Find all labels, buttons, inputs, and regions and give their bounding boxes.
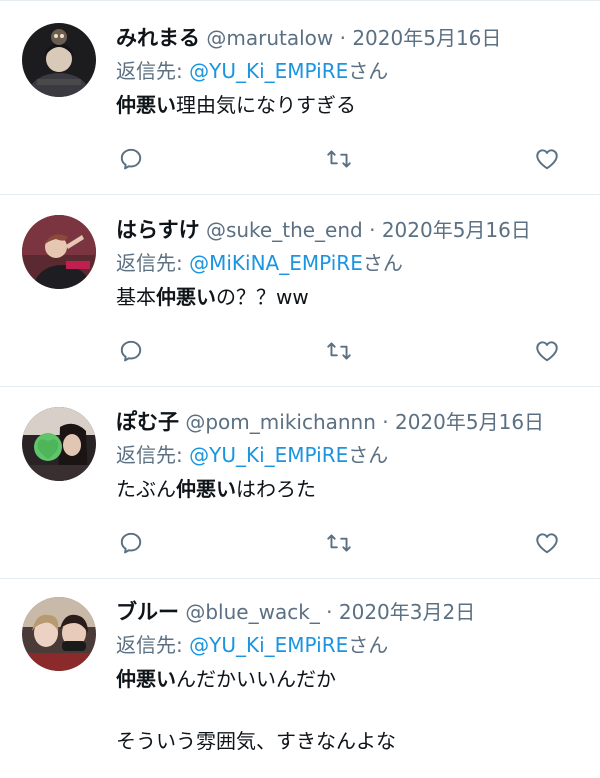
- highlighted-term: 仲悪い: [176, 477, 236, 501]
- reply-mention-link[interactable]: @YU_Ki_EMPiRE: [189, 633, 348, 657]
- tweet-text-rest: そういう雰囲気、すきなんよな: [116, 729, 396, 753]
- avatar[interactable]: [22, 597, 96, 671]
- highlighted-term: 仲悪い: [116, 93, 176, 117]
- heart-icon: [534, 146, 560, 172]
- retweet-button[interactable]: [324, 144, 354, 174]
- tweet-text: 仲悪い理由気になりすぎる: [116, 90, 582, 120]
- heart-icon: [534, 338, 560, 364]
- reply-mention-link[interactable]: @YU_Ki_EMPiRE: [189, 443, 348, 467]
- display-name[interactable]: みれまる: [116, 26, 200, 50]
- tweet-text-rest: の？？ww: [216, 285, 309, 309]
- display-name[interactable]: はらすけ: [116, 218, 200, 242]
- tweet-text-line-2: そういう雰囲気、すきなんよな: [116, 726, 582, 756]
- tweet-date[interactable]: 2020年5月16日: [395, 410, 544, 434]
- reply-button[interactable]: [116, 528, 146, 558]
- display-name[interactable]: ぽむ子: [116, 410, 179, 434]
- separator-dot: ·: [362, 218, 382, 242]
- tweet-text-rest: 理由気になりすぎる: [176, 93, 356, 117]
- tweet[interactable]: みれまる @marutalow · 2020年5月16日 返信先: @YU_Ki…: [0, 1, 600, 195]
- reply-suffix: さん: [362, 251, 403, 275]
- tweet-date[interactable]: 2020年3月2日: [339, 600, 475, 624]
- retweet-icon: [325, 338, 353, 364]
- separator-dot: ·: [333, 26, 353, 50]
- reply-button[interactable]: [116, 336, 146, 366]
- tweet-header: はらすけ @suke_the_end · 2020年5月16日: [116, 215, 582, 245]
- user-handle[interactable]: @marutalow: [206, 26, 333, 50]
- tweet-header: ぽむ子 @pom_mikichannn · 2020年5月16日: [116, 407, 582, 437]
- tweet[interactable]: ぽむ子 @pom_mikichannn · 2020年5月16日 返信先: @Y…: [0, 387, 600, 579]
- separator-dot: ·: [319, 600, 339, 624]
- tweet-date[interactable]: 2020年5月16日: [352, 26, 501, 50]
- reply-prefix: 返信先:: [116, 633, 190, 657]
- tweet[interactable]: はらすけ @suke_the_end · 2020年5月16日 返信先: @Mi…: [0, 195, 600, 387]
- retweet-button[interactable]: [324, 528, 354, 558]
- reply-mention-link[interactable]: @MiKiNA_EMPiRE: [189, 251, 363, 275]
- retweet-icon: [325, 530, 353, 556]
- reply-context: 返信先: @YU_Ki_EMPiREさん: [116, 630, 582, 660]
- tweet-actions: [116, 528, 578, 558]
- user-handle[interactable]: @suke_the_end: [206, 218, 363, 242]
- reply-prefix: 返信先:: [116, 59, 190, 83]
- reply-icon: [118, 338, 144, 364]
- like-button[interactable]: [532, 336, 562, 366]
- heart-icon: [534, 530, 560, 556]
- tweet-text: 基本仲悪いの？？ww: [116, 282, 582, 312]
- tweet-header: ブルー @blue_wack_ · 2020年3月2日: [116, 597, 582, 627]
- reply-mention-link[interactable]: @YU_Ki_EMPiRE: [189, 59, 348, 83]
- separator-dot: ·: [375, 410, 395, 434]
- tweet-text: 仲悪いんだかいいんだか: [116, 664, 582, 694]
- reply-suffix: さん: [348, 59, 389, 83]
- avatar[interactable]: [22, 215, 96, 289]
- highlighted-term: 仲悪い: [116, 667, 176, 691]
- tweet-header: みれまる @marutalow · 2020年5月16日: [116, 23, 582, 53]
- reply-prefix: 返信先:: [116, 251, 190, 275]
- user-handle[interactable]: @blue_wack_: [185, 600, 319, 624]
- avatar[interactable]: [22, 23, 96, 97]
- tweet-actions: [116, 144, 578, 174]
- tweet-text-rest: んだかいいんだか: [176, 667, 336, 691]
- reply-context: 返信先: @MiKiNA_EMPiREさん: [116, 248, 582, 278]
- reply-context: 返信先: @YU_Ki_EMPiREさん: [116, 440, 582, 470]
- reply-context: 返信先: @YU_Ki_EMPiREさん: [116, 56, 582, 86]
- like-button[interactable]: [532, 528, 562, 558]
- like-button[interactable]: [532, 144, 562, 174]
- reply-prefix: 返信先:: [116, 443, 190, 467]
- tweet-text-rest: はわろた: [236, 477, 316, 501]
- reply-icon: [118, 530, 144, 556]
- tweet-date[interactable]: 2020年5月16日: [382, 218, 531, 242]
- tweet[interactable]: ブルー @blue_wack_ · 2020年3月2日 返信先: @YU_Ki_…: [0, 579, 600, 778]
- reply-suffix: さん: [348, 443, 389, 467]
- tweet-text: たぶん仲悪いはわろた: [116, 474, 582, 504]
- reply-button[interactable]: [116, 144, 146, 174]
- user-handle[interactable]: @pom_mikichannn: [185, 410, 376, 434]
- highlighted-term: 仲悪い: [156, 285, 216, 309]
- display-name[interactable]: ブルー: [116, 600, 179, 624]
- tweet-actions: [116, 336, 578, 366]
- avatar[interactable]: [22, 407, 96, 481]
- reply-icon: [118, 146, 144, 172]
- retweet-button[interactable]: [324, 336, 354, 366]
- reply-suffix: さん: [348, 633, 389, 657]
- retweet-icon: [325, 146, 353, 172]
- tweet-text-before: たぶん: [116, 477, 176, 501]
- tweet-text-before: 基本: [116, 285, 156, 309]
